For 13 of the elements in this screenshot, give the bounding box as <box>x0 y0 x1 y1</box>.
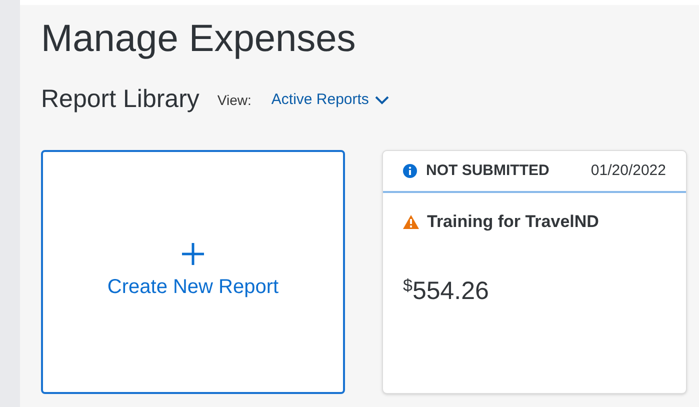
report-date: 01/20/2022 <box>590 160 666 181</box>
status-label: NOT SUBMITTED <box>426 160 550 181</box>
section-title: Report Library <box>41 84 200 116</box>
view-label: View: <box>217 90 252 110</box>
report-amount: $554.26 <box>402 274 490 306</box>
plus-icon <box>181 242 205 266</box>
info-icon <box>403 164 417 178</box>
page-title: Manage Expenses <box>41 17 356 62</box>
view-dropdown[interactable]: Active Reports <box>271 88 389 112</box>
chevron-down-icon <box>374 96 389 104</box>
report-name: Training for TravelND <box>427 211 599 233</box>
report-card[interactable]: NOT SUBMITTED 01/20/2022 Training for TravelND $554.26 <box>382 150 687 394</box>
create-report-card[interactable]: Create New Report <box>41 150 345 394</box>
